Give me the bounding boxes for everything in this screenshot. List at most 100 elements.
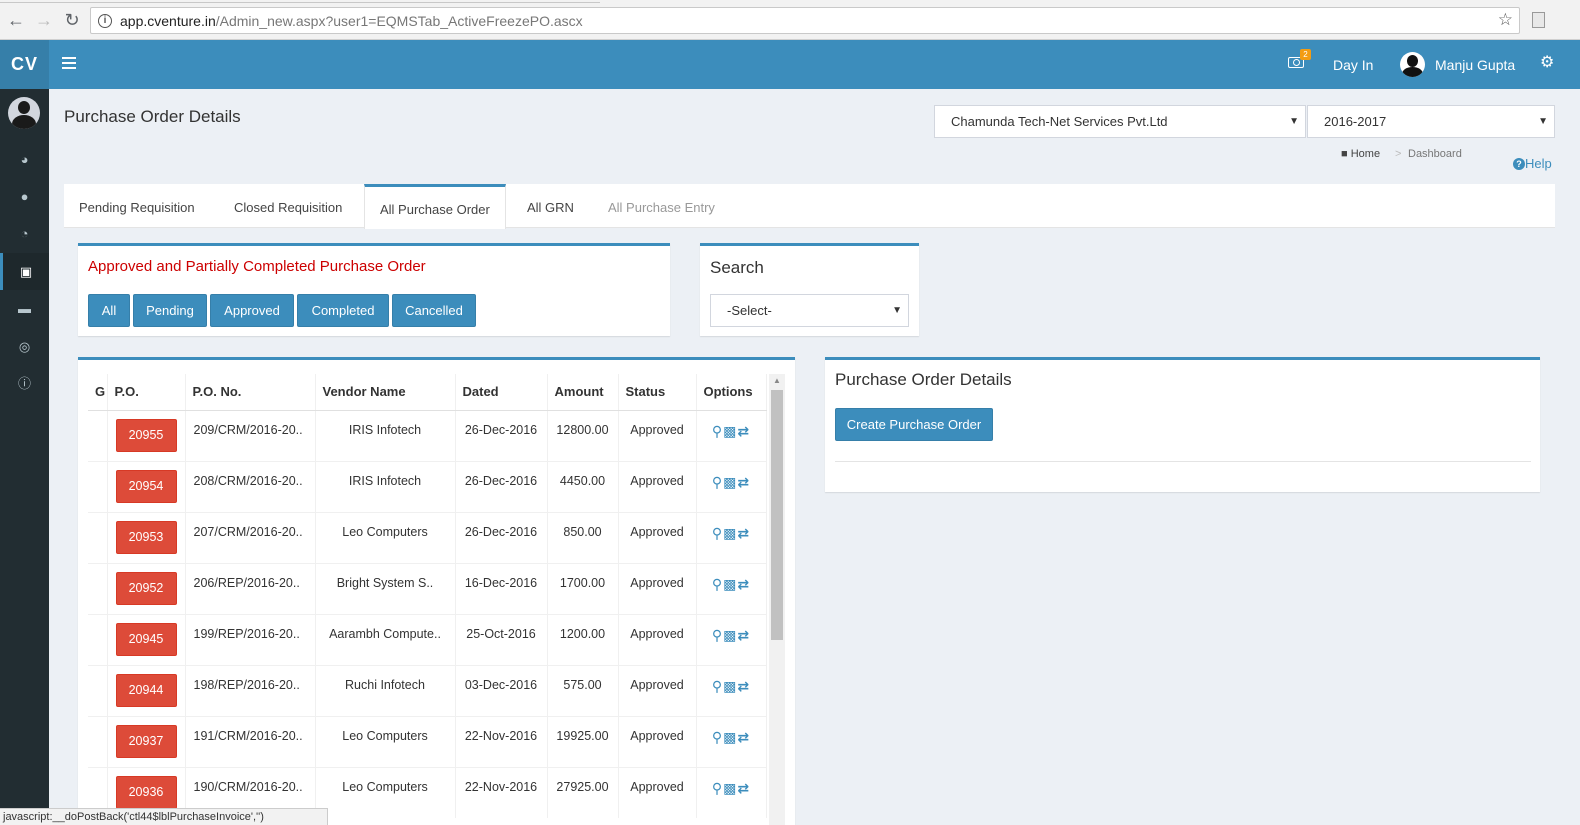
filter-approved-button[interactable]: Approved xyxy=(210,294,294,327)
transfer-exchange-icon[interactable]: ⇄ xyxy=(737,678,749,695)
help-link[interactable]: ? Help xyxy=(1513,156,1552,171)
search-select[interactable]: -Select- ▼ xyxy=(710,294,909,327)
po-number-button[interactable]: 20945 xyxy=(115,622,177,656)
filter-completed-button[interactable]: Completed xyxy=(297,294,389,327)
filter-pending-button[interactable]: Pending xyxy=(133,294,207,327)
app-logo[interactable]: CV xyxy=(0,40,49,89)
tab-all-grn[interactable]: All GRN xyxy=(512,184,589,228)
po-number-button[interactable]: 20954 xyxy=(115,469,177,503)
tab-all-purchase-order[interactable]: All Purchase Order xyxy=(364,184,506,229)
cell-amount: 12800.00 xyxy=(547,409,619,461)
transfer-exchange-icon[interactable]: ⇄ xyxy=(737,780,749,797)
transfer-exchange-icon[interactable]: ⇄ xyxy=(737,474,749,491)
po-number-button[interactable]: 20936 xyxy=(115,775,177,809)
menu-toggle-icon[interactable] xyxy=(62,57,76,69)
create-purchase-order-button[interactable]: Create Purchase Order xyxy=(835,408,993,441)
view-search-icon[interactable]: ⚲ xyxy=(712,729,722,746)
breadcrumb-home-label: Home xyxy=(1350,148,1381,160)
tab-all-purchase-entry[interactable]: All Purchase Entry xyxy=(593,184,730,228)
back-icon[interactable]: ← xyxy=(6,10,26,30)
dashboard-icon[interactable]: ◕ xyxy=(0,141,49,178)
filter-all-button[interactable]: All xyxy=(88,294,130,327)
column-header-vendor-name[interactable]: Vendor Name xyxy=(315,374,456,411)
column-header-g[interactable]: G xyxy=(88,374,108,411)
search-select-value: -Select- xyxy=(727,303,772,318)
column-header-po[interactable]: P.O. xyxy=(107,374,186,411)
pie-chart-icon[interactable]: ◔ xyxy=(0,215,49,252)
cell-dated: 22-Nov-2016 xyxy=(455,766,548,818)
po-number-button[interactable]: 20952 xyxy=(115,571,177,605)
po-number-button[interactable]: 20953 xyxy=(115,520,177,554)
day-in-link[interactable]: Day In xyxy=(1333,57,1373,73)
cell-amount: 4450.00 xyxy=(547,460,619,512)
po-number-button[interactable]: 20937 xyxy=(115,724,177,758)
column-header-status[interactable]: Status xyxy=(618,374,697,411)
cell-dated: 22-Nov-2016 xyxy=(455,715,548,767)
shopping-cart-icon[interactable]: ▣ xyxy=(0,253,49,290)
globe-icon[interactable]: ◎ xyxy=(0,328,49,365)
view-search-icon[interactable]: ⚲ xyxy=(712,525,722,542)
delete-trash-icon[interactable]: ▩ xyxy=(723,627,736,644)
delete-trash-icon[interactable]: ▩ xyxy=(723,525,736,542)
extension-icon[interactable] xyxy=(1532,12,1545,28)
url-host: app.cventure.in xyxy=(120,13,216,29)
table-row: 20954 208/CRM/2016-20.. IRIS Infotech 26-De… xyxy=(88,460,767,512)
filter-cancelled-button[interactable]: Cancelled xyxy=(392,294,476,327)
po-number-button[interactable]: 20955 xyxy=(115,418,177,452)
transfer-exchange-icon[interactable]: ⇄ xyxy=(737,525,749,542)
view-search-icon[interactable]: ⚲ xyxy=(712,678,722,695)
cell-po: 20944 xyxy=(107,664,186,716)
transfer-exchange-icon[interactable]: ⇄ xyxy=(737,576,749,593)
delete-trash-icon[interactable]: ▩ xyxy=(723,576,736,593)
user-icon[interactable]: ● xyxy=(0,178,49,215)
tab-bar: Pending Requisition Closed Requisition A… xyxy=(64,184,1555,229)
info-icon[interactable]: ⓘ xyxy=(0,365,49,402)
delete-trash-icon[interactable]: ▩ xyxy=(723,423,736,440)
delete-trash-icon[interactable]: ▩ xyxy=(723,474,736,491)
view-search-icon[interactable]: ⚲ xyxy=(712,780,722,797)
delete-trash-icon[interactable]: ▩ xyxy=(723,780,736,797)
delete-trash-icon[interactable]: ▩ xyxy=(723,678,736,695)
chevron-down-icon: ▼ xyxy=(1289,116,1299,127)
view-search-icon[interactable]: ⚲ xyxy=(712,576,722,593)
breadcrumb-home[interactable]: ■ Home xyxy=(1341,148,1380,160)
scrollbar-thumb[interactable] xyxy=(771,390,783,640)
column-header-dated[interactable]: Dated xyxy=(455,374,548,411)
tab-closed-requisition[interactable]: Closed Requisition xyxy=(219,184,357,228)
scroll-up-arrow-icon[interactable]: ▲ xyxy=(769,374,785,388)
bookmark-star-icon[interactable]: ☆ xyxy=(1498,10,1513,30)
delete-trash-icon[interactable]: ▩ xyxy=(723,729,736,746)
forward-icon[interactable]: → xyxy=(34,10,54,30)
breadcrumb-current: Dashboard xyxy=(1408,148,1462,160)
cell-options: ⚲▩⇄ xyxy=(696,562,767,614)
po-number-button[interactable]: 20944 xyxy=(115,673,177,707)
view-search-icon[interactable]: ⚲ xyxy=(712,627,722,644)
settings-gears-icon[interactable]: ⚙ xyxy=(1540,52,1554,72)
view-search-icon[interactable]: ⚲ xyxy=(712,423,722,440)
transfer-exchange-icon[interactable]: ⇄ xyxy=(737,627,749,644)
user-name[interactable]: Manju Gupta xyxy=(1435,57,1515,73)
year-select[interactable]: 2016-2017 ▼ xyxy=(1307,105,1555,138)
view-search-icon[interactable]: ⚲ xyxy=(712,474,722,491)
table-body: 20955 209/CRM/2016-20.. IRIS Infotech 26-De… xyxy=(88,409,767,818)
address-bar[interactable]: i app.cventure.in/Admin_new.aspx?user1=E… xyxy=(90,7,1520,34)
column-header-po-no[interactable]: P.O. No. xyxy=(185,374,316,411)
transfer-exchange-icon[interactable]: ⇄ xyxy=(737,729,749,746)
user-avatar[interactable] xyxy=(1400,52,1425,77)
purchase-order-table-box: G P.O. P.O. No. Vendor Name Dated Amount… xyxy=(78,357,795,825)
table-scroll-area[interactable]: G P.O. P.O. No. Vendor Name Dated Amount… xyxy=(88,374,784,825)
table-row: 20945 199/REP/2016-20.. Aarambh Compute.. 2… xyxy=(88,613,767,665)
transfer-exchange-icon[interactable]: ⇄ xyxy=(737,423,749,440)
reload-icon[interactable]: ↻ xyxy=(62,10,82,30)
company-select[interactable]: Chamunda Tech-Net Services Pvt.Ltd ▼ xyxy=(934,105,1306,138)
table-scrollbar[interactable]: ▲ xyxy=(769,374,785,825)
credit-card-icon[interactable]: ▬ xyxy=(0,290,49,327)
browser-toolbar: ← → ↻ i app.cventure.in/Admin_new.aspx?u… xyxy=(0,0,1580,40)
cell-status: Approved xyxy=(618,511,697,563)
tab-pending-requisition[interactable]: Pending Requisition xyxy=(64,184,210,228)
cell-dated: 26-Dec-2016 xyxy=(455,409,548,461)
filter-title: Approved and Partially Completed Purchas… xyxy=(88,258,426,275)
site-info-icon[interactable]: i xyxy=(98,14,112,28)
cell-vendor-name: Leo Computers xyxy=(315,715,456,767)
column-header-amount[interactable]: Amount xyxy=(547,374,619,411)
